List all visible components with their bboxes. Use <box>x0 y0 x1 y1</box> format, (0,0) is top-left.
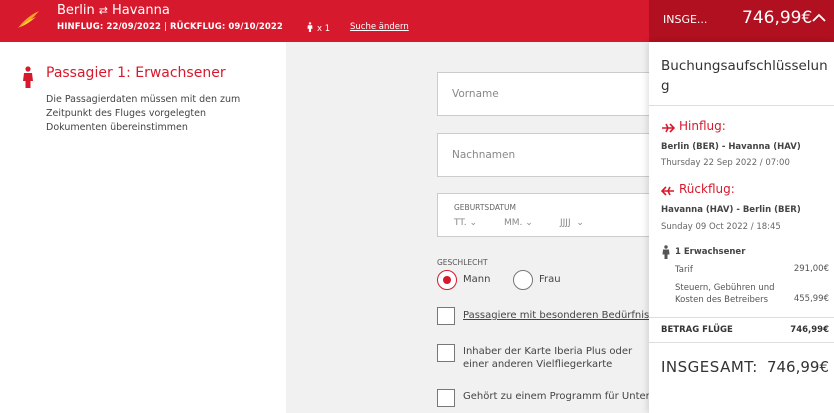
adults-count: 1 Erwachsener <box>675 247 746 257</box>
gender-male-radio[interactable] <box>437 270 457 290</box>
total-toggle[interactable]: INSGE... 746,99€ <box>649 0 834 42</box>
person-small-icon <box>307 22 313 32</box>
origin-city: Berlin <box>57 3 95 18</box>
first-name-placeholder: Vorname <box>452 88 499 100</box>
year-select[interactable]: JJJJ ⌄ <box>560 218 584 228</box>
return-date: RÜCKFLUG: 09/10/2022 <box>169 22 283 32</box>
month-value: MM. <box>504 218 523 228</box>
chevron-down-icon: ⌄ <box>525 218 533 228</box>
birthdate-field: GEBURTSDATUM TT. ⌄ MM. ⌄ JJJJ ⌄ <box>437 193 667 237</box>
iberia-plus-label[interactable]: Inhaber der Karte Iberia Plus oder einer… <box>463 345 653 371</box>
iberia-logo-icon <box>18 11 39 28</box>
adult-icon <box>662 245 670 259</box>
outbound-label: Hinflug: <box>679 119 726 133</box>
total-amount: 746,99€ <box>742 8 813 28</box>
passenger-title: Passagier 1: Erwachsener <box>46 65 226 81</box>
passenger-count: x 1 <box>307 22 330 34</box>
outbound-datetime: Thursday 22 Sep 2022 / 07:00 <box>661 158 790 168</box>
grand-total-label: INSGESAMT: <box>661 358 758 376</box>
route-title: Berlin ⇄ Havanna <box>57 3 170 18</box>
total-label: INSGE... <box>663 13 708 26</box>
last-name-placeholder: Nachnamen <box>452 149 516 161</box>
month-select[interactable]: MM. ⌄ <box>504 218 533 228</box>
swap-arrows-icon: ⇄ <box>98 4 108 17</box>
return-datetime: Sunday 09 Oct 2022 / 18:45 <box>661 222 781 232</box>
grand-total-value: 746,99€ <box>766 358 829 376</box>
destination-city: Havanna <box>111 3 170 18</box>
return-route: Havanna (HAV) - Berlin (BER) <box>661 205 801 215</box>
flights-total-value: 746,99€ <box>790 325 829 335</box>
fare-label: Tarif <box>675 265 693 275</box>
iberia-plus-checkbox[interactable] <box>437 344 455 362</box>
taxes-value: 455,99€ <box>793 294 829 304</box>
person-icon <box>23 66 33 88</box>
outbound-route: Berlin (BER) - Havanna (HAV) <box>661 142 801 152</box>
taxes-label: Steuern, Gebühren und Kosten des Betreib… <box>675 283 775 305</box>
day-select[interactable]: TT. ⌄ <box>454 218 477 228</box>
gender-female-radio[interactable] <box>513 270 533 290</box>
year-value: JJJJ <box>560 218 571 228</box>
plane-left-icon <box>661 186 674 196</box>
change-search-link[interactable]: Suche ändern <box>350 22 409 32</box>
passenger-description: Die Passagierdaten müssen mit den zum Ze… <box>46 94 241 133</box>
gender-label: GESCHLECHT <box>437 258 488 267</box>
special-needs-label[interactable]: Passagiere mit besonderen Bedürfnissen <box>463 309 649 322</box>
birthdate-label: GEBURTSDATUM <box>454 203 516 212</box>
chevron-up-icon[interactable] <box>811 10 827 26</box>
booking-summary-panel: Buchungsaufschlüsselung Hinflug: Berlin … <box>649 42 834 413</box>
last-name-field[interactable]: Nachnamen <box>437 133 667 177</box>
day-value: TT. <box>454 218 467 228</box>
first-name-field[interactable]: Vorname <box>437 72 667 116</box>
passenger-count-value: x 1 <box>317 24 331 34</box>
gender-female-label[interactable]: Frau <box>539 274 561 285</box>
summary-title: Buchungsaufschlüsselung <box>661 58 828 94</box>
divider <box>649 342 834 343</box>
chevron-down-icon: ⌄ <box>576 218 584 228</box>
chevron-down-icon: ⌄ <box>469 218 478 228</box>
flights-total-label: BETRAG FLÜGE <box>661 325 733 335</box>
company-program-checkbox[interactable] <box>437 389 455 407</box>
flight-dates: HINFLUG: 22/09/2022 | RÜCKFLUG: 09/10/2022 <box>57 22 283 32</box>
plane-right-icon <box>662 123 675 133</box>
special-needs-checkbox[interactable] <box>437 307 455 325</box>
outbound-date: HINFLUG: 22/09/2022 <box>57 22 161 32</box>
gender-male-label[interactable]: Mann <box>463 274 490 285</box>
divider <box>649 317 834 318</box>
divider <box>649 105 834 106</box>
separator: | <box>163 22 167 32</box>
fare-value: 291,00€ <box>793 264 829 274</box>
return-label: Rückflug: <box>679 182 735 196</box>
